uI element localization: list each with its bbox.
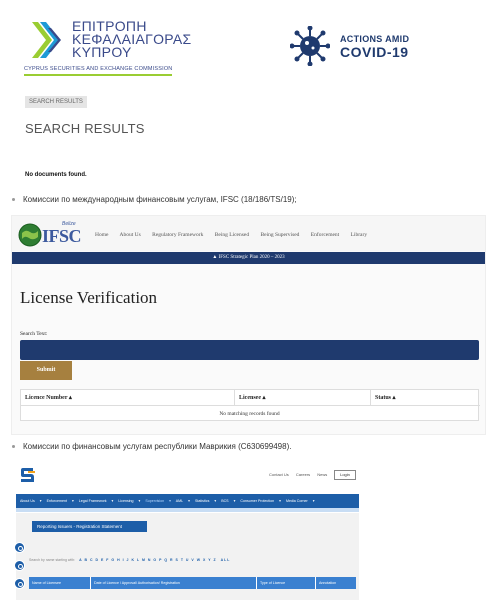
fsc-news-link[interactable]: News: [317, 472, 327, 477]
fsc-reporting-button[interactable]: Reporting Issuers - Registration Stateme…: [32, 521, 147, 532]
ifsc-menu-licensed[interactable]: Being Licensed: [215, 232, 249, 238]
cysec-name: ΕΠΙΤΡΟΠΗ ΚΕΦΑΛΑΙΑΓΟΡΑΣ ΚΥΠΡΟΥ: [72, 19, 192, 60]
fsc-top-links: Contact Us Careers News: [269, 472, 333, 477]
bullet-item-fsc: Комиссии по финансовым услугам республик…: [12, 442, 291, 451]
fsc-col-date[interactable]: Date of Licence / Approval/ Authorisatio…: [91, 577, 257, 589]
cysec-logo[interactable]: ΕΠΙΤΡΟΠΗ ΚΕΦΑΛΑΙΑΓΟΡΑΣ ΚΥΠΡΟΥ CYPRUS SEC…: [24, 18, 194, 80]
fsc-menu-label: AML: [175, 499, 184, 503]
fsc-contact-link[interactable]: Contact Us: [269, 472, 289, 477]
fsc-subbar: [16, 508, 359, 512]
bullet-text: Комиссии по международным финансовым усл…: [23, 195, 297, 204]
sort-icon: ▴: [68, 395, 72, 401]
fsc-careers-link[interactable]: Careers: [296, 472, 310, 477]
ifsc-col-label: Licence Number: [25, 395, 68, 401]
bullet-icon: [12, 198, 15, 202]
fsc-screenshot: Contact Us Careers News Login About Us ▾…: [11, 462, 359, 600]
covid-text: ACTIONS AMID COVID-19: [340, 34, 409, 60]
ifsc-col-status[interactable]: Status ▴: [371, 390, 480, 406]
fsc-table-header: Name of Licensee Date of Licence / Appro…: [29, 577, 356, 589]
fsc-menu-enforcement[interactable]: Enforcement ▾: [47, 499, 74, 503]
fsc-menu-consumer[interactable]: Consumer Protection ▾: [240, 499, 281, 503]
ifsc-logo-text: IFSC: [42, 226, 82, 246]
fsc-logo[interactable]: [19, 466, 37, 484]
ifsc-menu-about[interactable]: About Us: [120, 232, 141, 238]
fsc-menu-label: Media Corner: [285, 499, 308, 503]
fsc-menu-label: About Us: [20, 499, 35, 503]
fsc-menu-label: Legal Framework: [78, 499, 107, 503]
accessibility-icon[interactable]: [14, 542, 25, 553]
info-icon[interactable]: [14, 578, 25, 589]
ifsc-col-licensee[interactable]: Licensee ▴: [235, 390, 371, 406]
ifsc-menu-enforcement[interactable]: Enforcement: [311, 232, 339, 238]
virus-icon: [290, 26, 330, 66]
bullet-text: Комиссии по финансовым услугам республик…: [23, 442, 292, 451]
page-title: SEARCH RESULTS: [25, 121, 145, 136]
ifsc-menu-regulatory[interactable]: Regulatory Framework: [152, 232, 203, 238]
fsc-menu-about[interactable]: About Us ▾: [20, 499, 42, 503]
fsc-col-annotation[interactable]: Annotation: [316, 577, 356, 589]
sort-icon: ▴: [262, 395, 266, 401]
fsc-login-button[interactable]: Login: [334, 470, 356, 480]
ifsc-menu: Home About Us Regulatory Framework Being…: [95, 232, 377, 238]
ifsc-logo[interactable]: Belize IFSC: [18, 221, 82, 247]
fsc-menubar: About Us ▾ Enforcement ▾ Legal Framework…: [16, 494, 359, 508]
fsc-menu-media[interactable]: Media Corner ▾: [286, 499, 315, 503]
covid-banner[interactable]: ACTIONS AMID COVID-19: [290, 26, 440, 70]
ifsc-col-label: Licensee: [239, 395, 261, 401]
ifsc-heading: License Verification: [20, 288, 158, 307]
globe-icon: [18, 223, 42, 247]
ifsc-menu-supervised[interactable]: Being Supervised: [260, 232, 299, 238]
fsc-menu-label: Supervision: [145, 499, 165, 503]
cysec-line3: ΚΥΠΡΟΥ: [72, 44, 132, 60]
fsc-alpha-letters[interactable]: A B C D E F G H I J K L M N O P Q R S T …: [79, 558, 217, 562]
ifsc-banner-text: IFSC Strategic Plan 2020 – 2023: [218, 255, 285, 260]
ifsc-submit-button[interactable]: Submit: [20, 361, 72, 380]
ifsc-results-table: Licence Number ▴ Licensee ▴ Status ▴ No …: [20, 389, 480, 421]
fsc-menu-label: Consumer Protection: [240, 499, 275, 503]
fsc-menu-aml[interactable]: AML ▾: [176, 499, 190, 503]
fsc-menu-supervision[interactable]: Supervision ▾: [145, 499, 171, 503]
no-documents-message: No documents found.: [25, 172, 87, 178]
cysec-mark-icon: [32, 22, 61, 58]
fsc-menu-label: Enforcement: [46, 499, 67, 503]
ifsc-navbar: Belize IFSC Home About Us Regulatory Fra…: [12, 216, 485, 251]
breadcrumb[interactable]: SEARCH RESULTS: [25, 96, 87, 108]
fsc-col-name[interactable]: Name of Licensee: [29, 577, 91, 589]
mail-icon[interactable]: [14, 560, 25, 571]
ifsc-menu-library[interactable]: Library: [351, 232, 368, 238]
fsc-menu-licensing[interactable]: Licensing ▾: [118, 499, 140, 503]
fsc-alpha-filter: Search by name starting with: A B C D E …: [29, 558, 230, 562]
ifsc-search-input[interactable]: [20, 340, 479, 360]
cysec-subtitle: CYPRUS SECURITIES AND EXCHANGE COMMISSIO…: [24, 66, 173, 76]
sort-icon: ▴: [392, 395, 396, 401]
fsc-menu-legal[interactable]: Legal Framework ▾: [79, 499, 114, 503]
fsc-menu-label: Licensing: [118, 499, 134, 503]
bullet-item-ifsc: Комиссии по международным финансовым усл…: [12, 195, 297, 204]
fsc-alpha-label: Search by name starting with:: [29, 558, 76, 562]
ifsc-strategic-banner[interactable]: ▲ IFSC Strategic Plan 2020 – 2023: [12, 252, 485, 264]
fsc-menu-bcs[interactable]: BCS ▾: [221, 499, 235, 503]
fsc-menu-label: Statistics: [194, 499, 210, 503]
ifsc-screenshot: Belize IFSC Home About Us Regulatory Fra…: [11, 215, 486, 435]
covid-line1: ACTIONS AMID: [340, 34, 410, 44]
bullet-icon: [12, 445, 15, 449]
ifsc-col-licence-number[interactable]: Licence Number ▴: [21, 390, 235, 406]
fsc-menu-label: BCS: [221, 499, 229, 503]
ifsc-search-label: Search Text:: [20, 331, 48, 337]
ifsc-menu-home[interactable]: Home: [95, 232, 108, 238]
covid-line2: COVID-19: [340, 44, 409, 60]
fsc-col-type[interactable]: Type of Licence: [257, 577, 316, 589]
fsc-alpha-all[interactable]: ALL: [221, 558, 231, 562]
ifsc-empty-message: No matching records found: [219, 411, 280, 417]
ifsc-col-label: Status: [375, 395, 392, 401]
fsc-menu-statistics[interactable]: Statistics ▾: [195, 499, 216, 503]
